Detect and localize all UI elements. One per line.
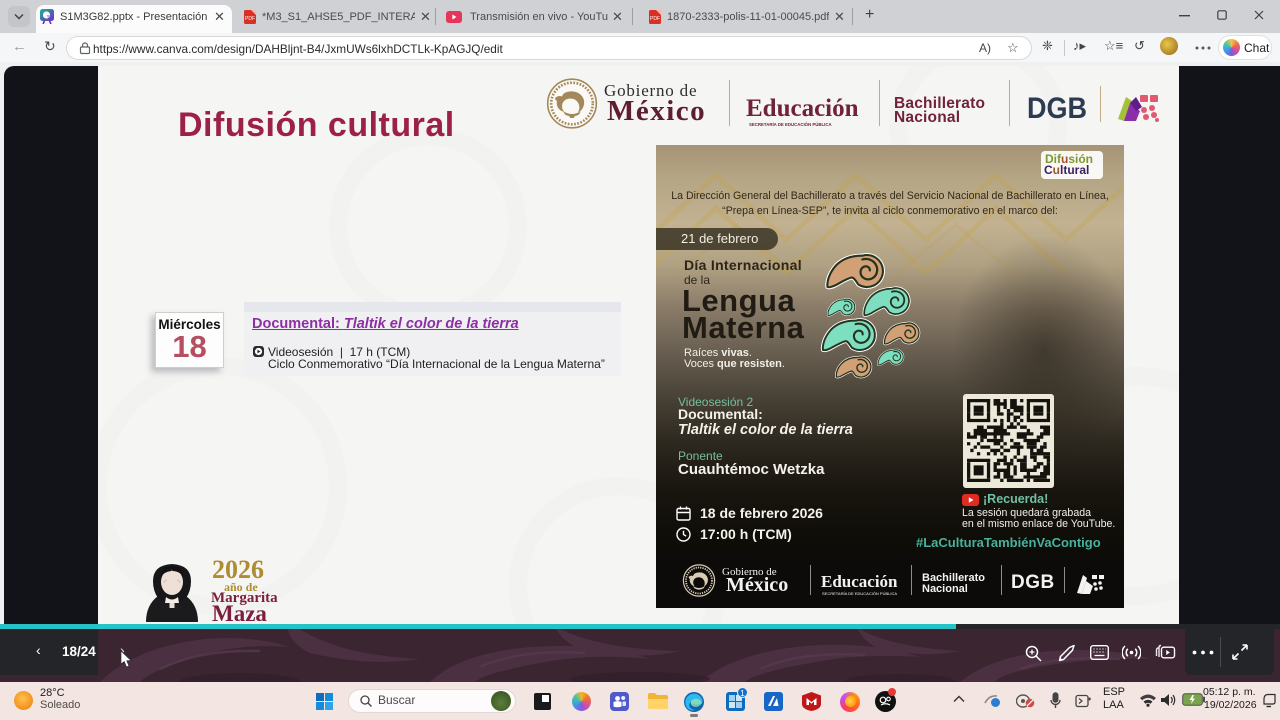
svg-text:PDF: PDF (650, 16, 660, 22)
svg-text:PDF: PDF (245, 16, 255, 22)
